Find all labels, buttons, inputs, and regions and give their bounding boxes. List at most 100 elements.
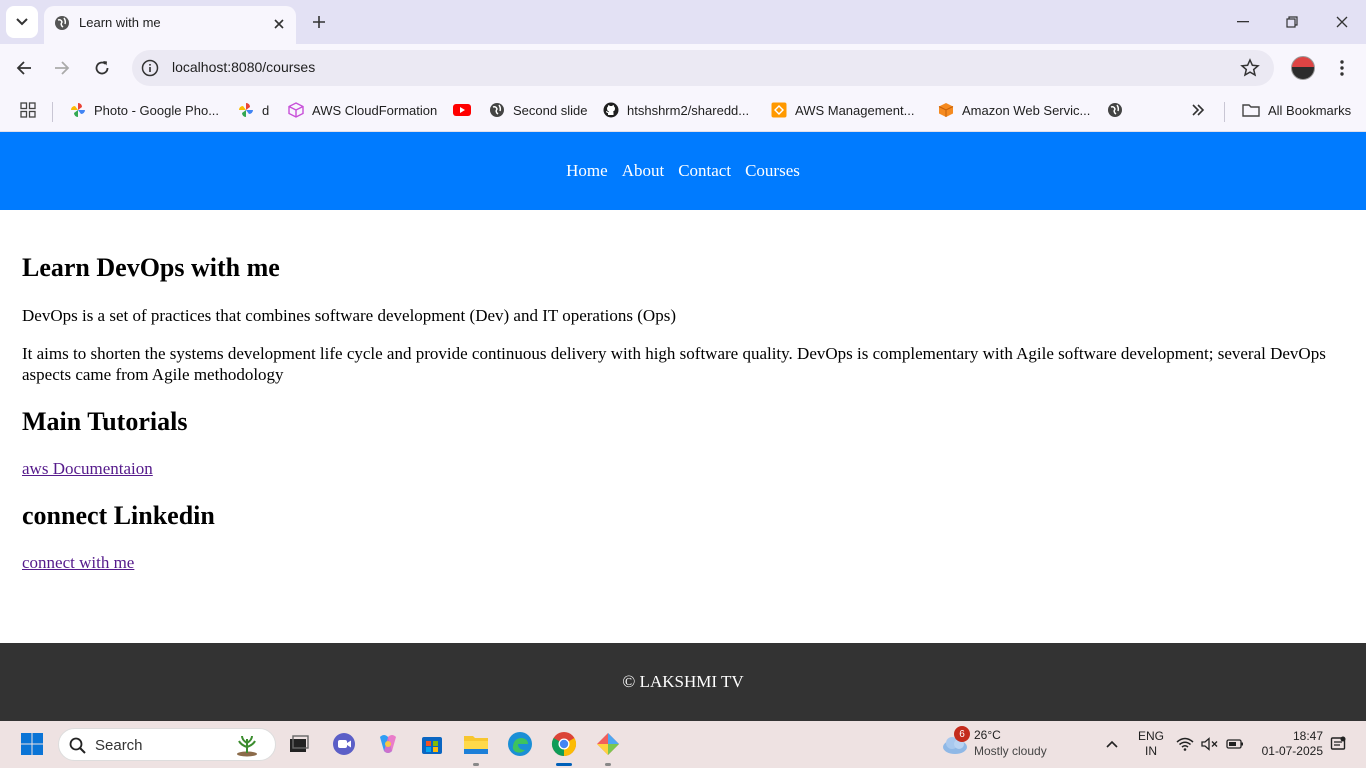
system-clock[interactable]: 18:47 01-07-2025 [1262, 729, 1323, 759]
aws-documentation-link[interactable]: aws Documentaion [22, 459, 153, 479]
bookmark-item[interactable] [453, 100, 479, 120]
taskbar-search[interactable]: Search [58, 728, 276, 761]
bookmark-item[interactable]: AWS Management... [771, 100, 914, 120]
folder-icon [464, 736, 488, 754]
app-button[interactable] [594, 730, 622, 758]
globe-icon [1108, 103, 1122, 117]
windows-logo-icon [21, 733, 43, 755]
language-code: ENG [1138, 729, 1165, 743]
browser-menu-button[interactable] [1332, 56, 1352, 80]
video-call-icon [333, 733, 355, 755]
battery-icon [1226, 739, 1243, 749]
bookmark-label: AWS Management... [795, 102, 915, 118]
bookmark-item[interactable]: htshshrm2/sharedd... [603, 100, 749, 120]
bookmarks-divider [1224, 102, 1225, 122]
bookmark-label: AWS CloudFormation [312, 102, 438, 118]
nav-link-contact[interactable]: Contact [678, 161, 731, 181]
bookmark-item[interactable] [1107, 100, 1131, 120]
nav-link-about[interactable]: About [622, 161, 665, 181]
new-tab-button[interactable] [306, 9, 332, 35]
all-bookmarks-label: All Bookmarks [1268, 102, 1352, 118]
notification-icon [1330, 736, 1346, 750]
address-bar[interactable]: localhost:8080/courses [132, 50, 1274, 86]
bookmark-label: Second slide [513, 102, 588, 118]
folder-icon [1242, 104, 1260, 117]
diamond-app-icon [597, 733, 619, 755]
meet-app-button[interactable] [330, 730, 358, 758]
restore-button[interactable] [1267, 0, 1317, 44]
close-window-button[interactable] [1317, 0, 1366, 44]
browser-tab-active[interactable]: Learn with me [44, 6, 296, 44]
search-icon [69, 737, 86, 754]
bookmark-label: d [262, 102, 270, 118]
reload-button[interactable] [88, 54, 116, 82]
bookmark-item[interactable]: AWS CloudFormation [288, 100, 437, 120]
nav-link-home[interactable]: Home [566, 161, 608, 181]
chrome-button[interactable] [550, 730, 578, 758]
region-code: IN [1145, 744, 1157, 758]
page-heading: Learn DevOps with me [22, 253, 280, 282]
youtube-icon [453, 104, 471, 116]
footer-copyright: © LAKSHMI TV [622, 672, 744, 691]
minimize-button[interactable] [1218, 0, 1268, 44]
plus-icon [313, 16, 325, 28]
bookmark-item[interactable]: Amazon Web Servic... [938, 100, 1090, 120]
site-navbar: Home About Contact Courses [0, 132, 1366, 210]
profile-avatar[interactable] [1291, 56, 1315, 80]
bookmark-label: Photo - Google Pho... [94, 102, 220, 118]
tab-search-button[interactable] [6, 6, 38, 38]
file-explorer-button[interactable] [462, 730, 490, 758]
back-button[interactable] [10, 54, 38, 82]
edge-browser-button[interactable] [506, 730, 534, 758]
volume-status[interactable] [1199, 730, 1221, 758]
tab-close-button[interactable] [269, 14, 289, 34]
more-bookmarks-button[interactable] [1190, 100, 1214, 120]
chevron-up-icon [1106, 740, 1118, 748]
all-bookmarks-button[interactable]: All Bookmarks [1242, 100, 1351, 120]
bookmark-item[interactable]: Photo - Google Pho... [70, 100, 219, 120]
weather-badge: 6 [954, 726, 970, 742]
battery-status[interactable] [1224, 730, 1246, 758]
info-icon [141, 59, 159, 77]
wifi-status[interactable] [1174, 730, 1196, 758]
bookmarks-bar: Photo - Google Pho... d AWS CloudFormati… [0, 92, 1366, 132]
copilot-button[interactable] [374, 730, 402, 758]
running-indicator [605, 763, 611, 766]
nav-link-courses[interactable]: Courses [745, 161, 800, 181]
notifications-button[interactable] [1326, 730, 1350, 758]
globe-icon [490, 103, 504, 117]
store-button[interactable] [418, 730, 446, 758]
browser-toolbar: localhost:8080/courses [0, 44, 1366, 92]
forward-button[interactable] [48, 54, 76, 82]
language-indicator[interactable]: ENG IN [1138, 729, 1164, 759]
globe-icon [55, 16, 69, 30]
minimize-icon [1237, 21, 1249, 23]
task-view-button[interactable] [285, 730, 313, 758]
volume-muted-icon [1201, 737, 1218, 751]
tab-strip: Learn with me [0, 0, 1366, 44]
task-view-icon [290, 735, 309, 752]
bookmark-item[interactable]: Second slide [489, 100, 587, 120]
url-text: localhost:8080/courses [172, 59, 316, 75]
chevron-down-icon [16, 18, 28, 26]
close-icon [1336, 16, 1348, 28]
star-icon[interactable] [1240, 58, 1260, 78]
github-icon [603, 102, 619, 118]
show-hidden-icons-button[interactable] [1098, 730, 1126, 758]
google-photos-icon [239, 103, 253, 117]
site-info-button[interactable] [140, 58, 160, 78]
close-icon [274, 19, 284, 29]
arrow-left-icon [16, 61, 31, 75]
apps-grid-icon [20, 102, 36, 118]
bookmark-item[interactable]: d [238, 100, 269, 120]
apps-button[interactable] [20, 100, 44, 120]
active-app-indicator [556, 763, 572, 766]
double-chevron-right-icon [1192, 104, 1205, 116]
start-button[interactable] [18, 730, 46, 758]
cube-icon [288, 102, 304, 118]
arrow-right-icon [55, 61, 70, 75]
aws-box-icon [938, 103, 954, 117]
running-indicator [473, 763, 479, 766]
wifi-icon [1176, 737, 1194, 751]
linkedin-link[interactable]: connect with me [22, 553, 134, 573]
